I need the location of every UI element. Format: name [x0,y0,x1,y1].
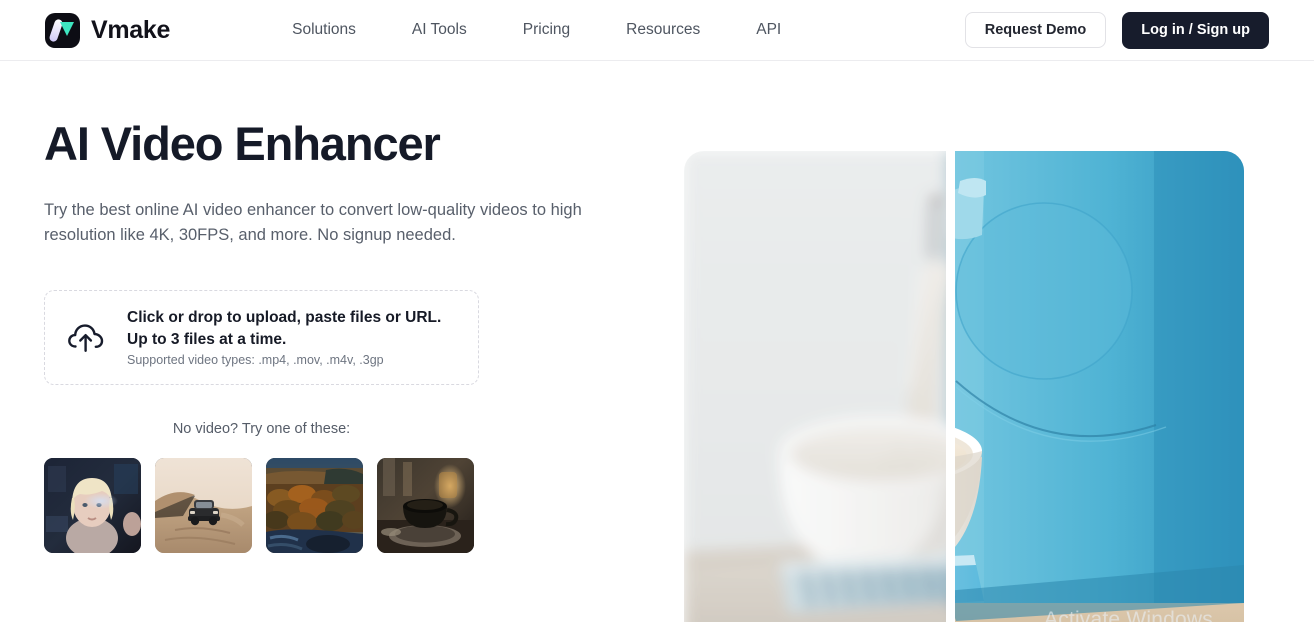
upload-supported-types: Supported video types: .mp4, .mov, .m4v,… [127,352,384,367]
main-content: AI Video Enhancer Try the best online AI… [0,61,1314,622]
nav-item-pricing[interactable]: Pricing [523,21,570,39]
sample-thumb-desert-car[interactable] [155,457,252,553]
sample-thumb-autumn-landscape[interactable] [266,457,363,553]
header-actions: Request Demo Log in / Sign up [964,11,1269,49]
nav-item-api[interactable]: API [756,21,781,39]
upload-dropzone[interactable]: Click or drop to upload, paste files or … [44,289,479,385]
vmake-logo-icon [45,12,80,48]
cloud-upload-icon [45,321,127,353]
sample-thumb-coffee-cup[interactable] [377,457,474,553]
samples-label: No video? Try one of these: [172,420,351,437]
nav-item-solutions[interactable]: Solutions [292,21,356,39]
logo-triangle-shape [60,21,74,36]
site-header: Vmake Solutions AI Tools Pricing Resourc… [0,0,1314,61]
sample-thumbnails [44,457,654,553]
nav-item-ai-tools[interactable]: AI Tools [412,21,467,39]
upload-instruction: Click or drop to upload, paste files or … [127,309,442,348]
nav-item-resources[interactable]: Resources [626,21,700,39]
main-navigation: Solutions AI Tools Pricing Resources API [292,21,781,39]
before-after-hero-image[interactable] [684,151,1244,622]
brand-name: Vmake [91,15,171,44]
request-demo-button[interactable]: Request Demo [964,12,1107,48]
brand-logo[interactable]: Vmake [45,12,171,48]
hero-subtitle: Try the best online AI video enhancer to… [44,201,582,245]
hero-left-column: AI Video Enhancer Try the best online AI… [44,61,654,553]
login-signup-button[interactable]: Log in / Sign up [1122,11,1269,49]
upload-text-block: Click or drop to upload, paste files or … [127,307,478,367]
page-title: AI Video Enhancer [44,117,441,170]
sample-thumb-portrait-girl[interactable] [44,457,141,553]
